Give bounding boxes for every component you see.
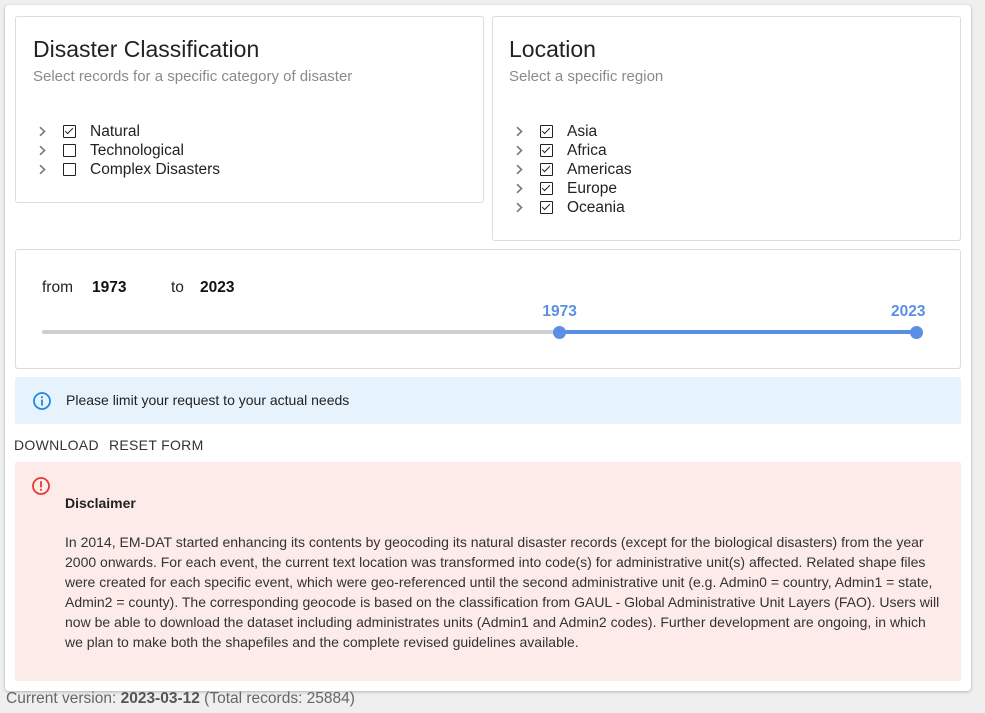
version-prefix: Current version: — [6, 690, 121, 707]
classification-item[interactable]: Technological — [35, 141, 220, 160]
year-slider[interactable]: 1973 2023 — [42, 300, 925, 345]
checkbox[interactable] — [540, 163, 553, 176]
slider-end-handle[interactable] — [909, 325, 923, 339]
classification-title: Disaster Classification — [33, 36, 260, 62]
classification-subtitle: Select records for a specific category o… — [33, 68, 353, 85]
location-card: Location Select a specific region Asia Af… — [492, 16, 961, 241]
location-item[interactable]: Americas — [512, 160, 632, 179]
checkbox[interactable] — [540, 144, 553, 157]
classification-item-label: Complex Disasters — [90, 160, 221, 178]
classification-card: Disaster Classification Select records f… — [15, 16, 484, 203]
slider-min-label: 1973 — [542, 303, 577, 320]
checkbox[interactable] — [63, 144, 76, 157]
version-footer: Current version: 2023-03-12 (Total recor… — [6, 690, 355, 708]
error-icon — [31, 476, 51, 496]
location-item-label: Americas — [567, 160, 632, 178]
location-item[interactable]: Europe — [512, 179, 632, 198]
checkbox[interactable] — [540, 201, 553, 214]
classification-item[interactable]: Complex Disasters — [35, 160, 220, 179]
classification-tree: Natural Technological Complex Disasters — [35, 122, 220, 179]
location-title: Location — [509, 36, 596, 62]
info-alert: Please limit your request to your actual… — [15, 377, 961, 424]
to-label: to — [171, 279, 184, 296]
chevron-right-icon[interactable] — [35, 141, 49, 160]
download-button[interactable]: DOWNLOAD — [14, 437, 99, 453]
classification-item-label: Natural — [90, 122, 140, 140]
info-message: Please limit your request to your actual… — [66, 392, 350, 408]
checkbox[interactable] — [540, 182, 553, 195]
year-range-card: from 1973 to 2023 1973 2023 — [15, 249, 961, 369]
chevron-right-icon[interactable] — [512, 141, 526, 160]
slider-max-label: 2023 — [891, 303, 926, 320]
disclaimer-title: Disclaimer — [65, 495, 136, 511]
disclaimer-alert: Disclaimer In 2014, EM-DAT started enhan… — [15, 462, 961, 681]
location-item-label: Asia — [567, 122, 598, 140]
to-value: 2023 — [200, 279, 235, 296]
reset-form-button[interactable]: RESET FORM — [109, 437, 204, 453]
total-records: (Total records: 25884) — [199, 690, 355, 707]
location-item[interactable]: Africa — [512, 141, 632, 160]
checkbox[interactable] — [63, 125, 76, 138]
checkbox[interactable] — [540, 125, 553, 138]
location-item-label: Oceania — [567, 198, 625, 216]
location-item[interactable]: Oceania — [512, 198, 632, 217]
checkbox[interactable] — [63, 163, 76, 176]
chevron-right-icon[interactable] — [35, 160, 49, 179]
from-value: 1973 — [92, 279, 127, 296]
chevron-right-icon[interactable] — [512, 198, 526, 217]
location-item[interactable]: Asia — [512, 122, 632, 141]
location-item-label: Europe — [567, 179, 617, 197]
chevron-right-icon[interactable] — [512, 122, 526, 141]
location-item-label: Africa — [567, 141, 607, 159]
slider-track-fill — [559, 330, 916, 334]
chevron-right-icon[interactable] — [512, 179, 526, 198]
version-date: 2023-03-12 — [120, 690, 200, 707]
info-icon — [32, 391, 52, 411]
classification-item[interactable]: Natural — [35, 122, 220, 141]
location-tree: Asia Africa Americas Europe Oceania — [512, 122, 632, 217]
from-label: from — [42, 279, 73, 296]
chevron-right-icon[interactable] — [35, 122, 49, 141]
classification-item-label: Technological — [90, 141, 184, 159]
disclaimer-text: In 2014, EM-DAT started enhancing its co… — [65, 534, 940, 650]
chevron-right-icon[interactable] — [512, 160, 526, 179]
location-subtitle: Select a specific region — [509, 68, 664, 85]
slider-start-handle[interactable] — [552, 325, 566, 339]
